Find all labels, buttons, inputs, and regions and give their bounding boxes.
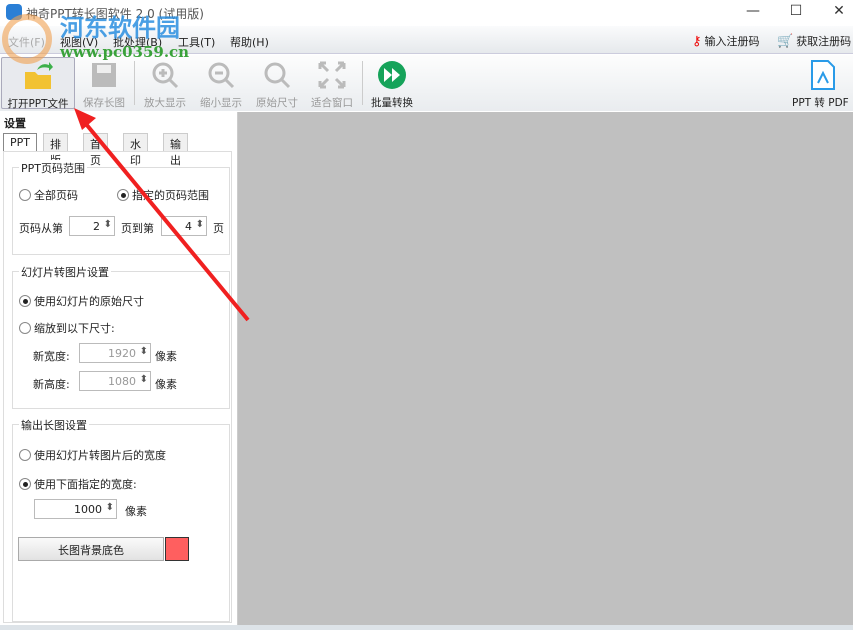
all-pages-radio[interactable]: 全部页码 bbox=[19, 187, 78, 203]
key-icon: ⚷ bbox=[692, 33, 702, 49]
tab-output[interactable]: 输出 bbox=[163, 133, 188, 167]
page-range-title: PPT页码范围 bbox=[19, 160, 87, 176]
tab-first-page[interactable]: 首页 bbox=[83, 133, 108, 167]
tab-content: PPT页码范围 全部页码 指定的页码范围 页码从第 2 页到第 4 页 幻灯片转… bbox=[3, 151, 232, 623]
output-width-stepper[interactable]: 1000 bbox=[34, 499, 117, 519]
height-label: 新高度: bbox=[33, 378, 70, 391]
specified-range-label: 指定的页码范围 bbox=[132, 189, 209, 202]
page-suffix: 页 bbox=[213, 222, 224, 235]
toolbar-separator bbox=[362, 61, 363, 105]
save-icon bbox=[88, 59, 120, 91]
radio-circle bbox=[19, 322, 31, 334]
panel-title: 设置 bbox=[4, 117, 26, 130]
tab-layout[interactable]: 排版 bbox=[43, 133, 68, 167]
zoom-in-icon bbox=[149, 59, 181, 91]
slide-image-title: 幻灯片转图片设置 bbox=[19, 264, 111, 280]
batch-convert-label: 批量转换 bbox=[371, 97, 413, 109]
settings-panel: 设置 PPT 排版 首页 水印 输出 PPT页码范围 全部页码 指定的页码范围 … bbox=[0, 112, 238, 625]
ppt-to-pdf-button[interactable]: PPT 转 PDF bbox=[792, 57, 853, 109]
scale-label: 缩放到以下尺寸: bbox=[34, 322, 115, 335]
fit-window-label: 适合窗口 bbox=[311, 97, 353, 109]
use-specified-width-label: 使用下面指定的宽度: bbox=[34, 478, 137, 491]
original-size-label: 原始尺寸 bbox=[256, 97, 298, 109]
original-size-radio[interactable]: 使用幻灯片的原始尺寸 bbox=[19, 293, 144, 309]
tab-ppt[interactable]: PPT bbox=[3, 133, 37, 152]
all-pages-label: 全部页码 bbox=[34, 189, 78, 202]
magnifier-icon bbox=[261, 59, 293, 91]
save-image-button[interactable]: 保存长图 bbox=[78, 57, 130, 109]
radio-circle bbox=[117, 189, 129, 201]
height-stepper[interactable]: 1080 bbox=[79, 371, 151, 391]
to-label: 页到第 bbox=[121, 222, 154, 235]
cart-icon: 🛒 bbox=[777, 33, 794, 49]
fit-window-icon bbox=[316, 59, 348, 91]
use-slide-width-label: 使用幻灯片转图片后的宽度 bbox=[34, 449, 166, 462]
get-code-link[interactable]: 🛒 获取注册码 bbox=[777, 33, 851, 49]
from-label: 页码从第 bbox=[19, 222, 63, 235]
page-range-group: PPT页码范围 全部页码 指定的页码范围 页码从第 2 页到第 4 页 bbox=[12, 160, 230, 255]
minimize-button[interactable]: — bbox=[738, 3, 768, 19]
zoom-in-label: 放大显示 bbox=[144, 97, 186, 109]
original-size-button[interactable]: 原始尺寸 bbox=[251, 57, 303, 109]
specified-range-radio[interactable]: 指定的页码范围 bbox=[117, 187, 209, 203]
background-color-swatch[interactable] bbox=[165, 537, 189, 561]
ppt-to-pdf-label: PPT 转 PDF bbox=[792, 97, 849, 109]
open-ppt-label: 打开PPT文件 bbox=[7, 98, 69, 110]
radio-circle bbox=[19, 189, 31, 201]
menu-help[interactable]: 帮助(H) bbox=[230, 34, 269, 50]
status-bar bbox=[0, 625, 853, 630]
watermark-name: 河东软件园 bbox=[60, 13, 180, 42]
height-unit: 像素 bbox=[155, 378, 177, 391]
fast-forward-icon bbox=[376, 59, 408, 91]
toolbar-separator bbox=[134, 61, 135, 105]
open-ppt-button[interactable]: 打开PPT文件 bbox=[1, 57, 75, 110]
tab-watermark[interactable]: 水印 bbox=[123, 133, 148, 167]
zoom-out-button[interactable]: 缩小显示 bbox=[195, 57, 247, 109]
watermark-url: www.pc0359.cn bbox=[60, 43, 190, 61]
radio-circle bbox=[19, 478, 31, 490]
zoom-in-button[interactable]: 放大显示 bbox=[139, 57, 191, 109]
fit-window-button[interactable]: 适合窗口 bbox=[306, 57, 358, 109]
close-button[interactable]: ✕ bbox=[824, 3, 853, 19]
background-color-button[interactable]: 长图背景底色 bbox=[18, 537, 164, 561]
output-group: 输出长图设置 使用幻灯片转图片后的宽度 使用下面指定的宽度: 1000 像素 长… bbox=[12, 417, 230, 622]
batch-convert-button[interactable]: 批量转换 bbox=[366, 57, 418, 109]
output-title: 输出长图设置 bbox=[19, 417, 89, 433]
from-page-stepper[interactable]: 2 bbox=[69, 216, 115, 236]
output-width-unit: 像素 bbox=[125, 505, 147, 518]
use-slide-width-radio[interactable]: 使用幻灯片转图片后的宽度 bbox=[19, 447, 166, 463]
radio-circle bbox=[19, 449, 31, 461]
watermark-logo bbox=[2, 14, 52, 64]
scale-radio[interactable]: 缩放到以下尺寸: bbox=[19, 320, 115, 336]
width-unit: 像素 bbox=[155, 350, 177, 363]
pdf-icon bbox=[807, 59, 839, 91]
width-stepper[interactable]: 1920 bbox=[79, 343, 151, 363]
slide-image-group: 幻灯片转图片设置 使用幻灯片的原始尺寸 缩放到以下尺寸: 新宽度: 1920 像… bbox=[12, 264, 230, 409]
maximize-button[interactable]: ☐ bbox=[781, 3, 811, 19]
enter-code-link[interactable]: ⚷ 输入注册码 bbox=[692, 33, 760, 49]
preview-area bbox=[238, 112, 853, 625]
radio-circle bbox=[19, 295, 31, 307]
save-label: 保存长图 bbox=[83, 97, 125, 109]
toolbar: 打开PPT文件 保存长图 放大显示 缩小显示 原始尺寸 适合窗口 批量转换 PP… bbox=[0, 55, 853, 111]
original-size-option-label: 使用幻灯片的原始尺寸 bbox=[34, 295, 144, 308]
zoom-out-label: 缩小显示 bbox=[200, 97, 242, 109]
folder-open-icon bbox=[22, 60, 54, 92]
use-specified-width-radio[interactable]: 使用下面指定的宽度: bbox=[19, 476, 137, 492]
enter-code-label: 输入注册码 bbox=[704, 35, 760, 48]
to-page-stepper[interactable]: 4 bbox=[161, 216, 207, 236]
zoom-out-icon bbox=[205, 59, 237, 91]
width-label: 新宽度: bbox=[33, 350, 70, 363]
get-code-label: 获取注册码 bbox=[796, 35, 852, 48]
